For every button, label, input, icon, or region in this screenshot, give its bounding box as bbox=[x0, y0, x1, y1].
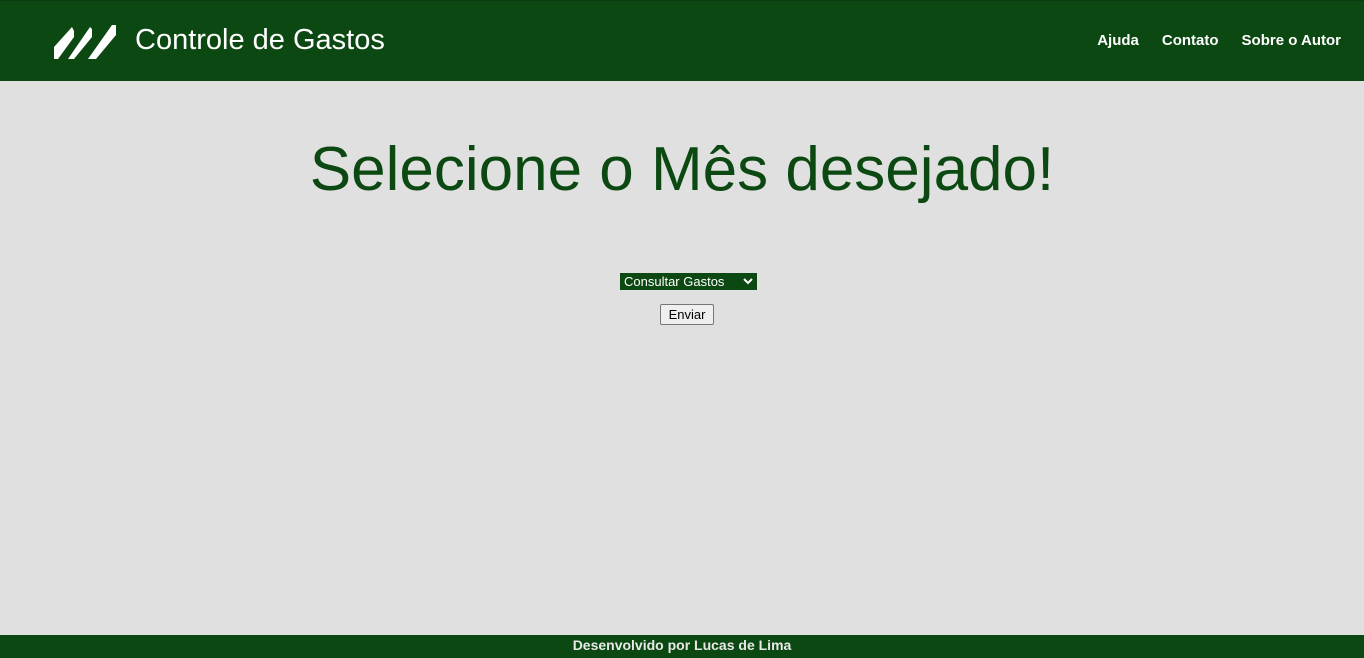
nav-link-sobre-o-autor[interactable]: Sobre o Autor bbox=[1242, 31, 1341, 51]
triple-slash-logo-icon[interactable] bbox=[54, 23, 116, 61]
footer: Desenvolvido por Lucas de Lima bbox=[0, 635, 1364, 658]
page-title: Selecione o Mês desejado! bbox=[309, 135, 1055, 204]
main-nav: Ajuda Contato Sobre o Autor bbox=[1097, 31, 1341, 51]
month-select-value: Consultar Gastos bbox=[624, 274, 725, 289]
app-title: Controle de Gastos bbox=[135, 24, 385, 56]
chevron-down-icon bbox=[743, 278, 753, 285]
footer-credit: Desenvolvido por Lucas de Lima bbox=[572, 637, 792, 653]
submit-button[interactable]: Enviar bbox=[660, 304, 714, 325]
month-select[interactable]: Consultar Gastos bbox=[620, 273, 757, 290]
nav-link-ajuda[interactable]: Ajuda bbox=[1097, 31, 1139, 51]
nav-link-contato[interactable]: Contato bbox=[1162, 31, 1219, 51]
top-header: Controle de Gastos Ajuda Contato Sobre o… bbox=[0, 0, 1364, 81]
